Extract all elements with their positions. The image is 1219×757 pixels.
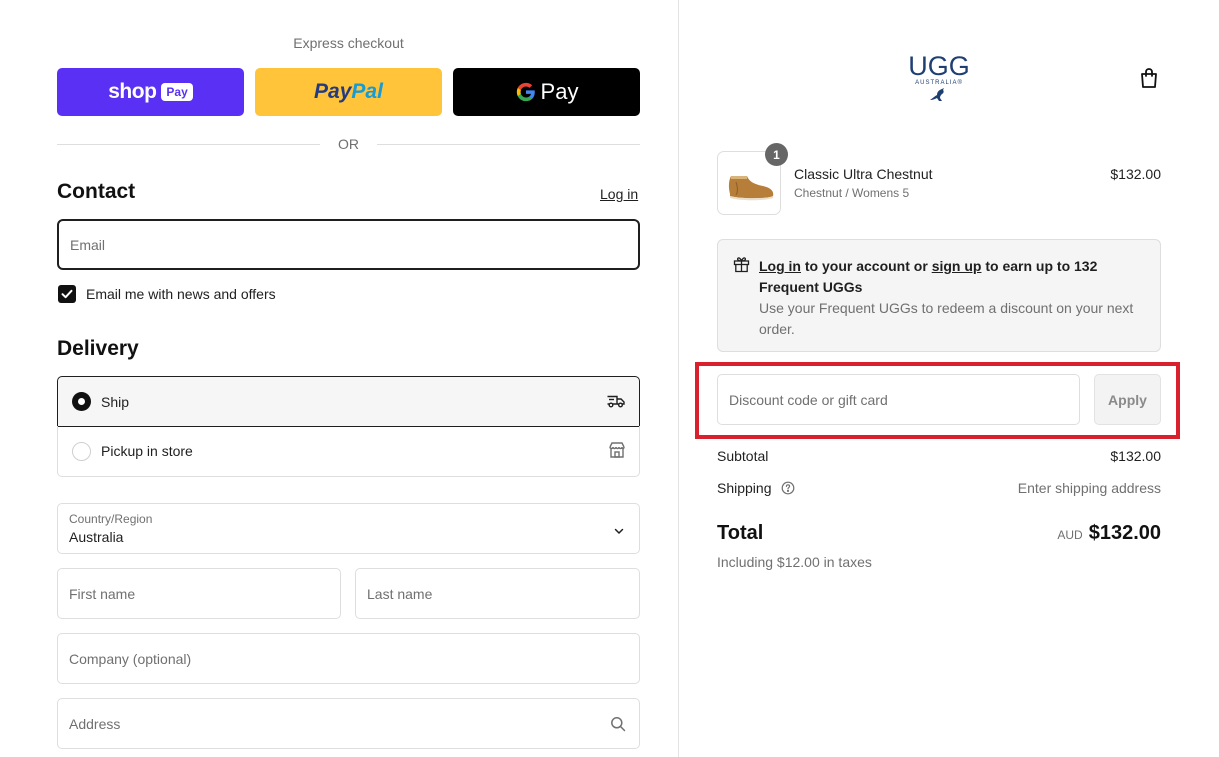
shop-pay-wordmark: shop <box>108 80 157 103</box>
paypal-wordmark: PayPal <box>314 80 383 103</box>
product-name: Classic Ultra Chestnut <box>794 166 933 182</box>
checkout-form-column: Express checkout shop Pay PayPal Pay OR … <box>0 0 678 757</box>
shipping-label: Shipping <box>717 480 772 496</box>
logo-wordmark: UGG <box>908 51 970 81</box>
store-icon <box>608 441 626 464</box>
rewards-banner: Log in to your account or sign up to ear… <box>717 239 1161 352</box>
company-field[interactable]: Company (optional) <box>57 633 640 684</box>
shop-pay-button[interactable]: shop Pay <box>57 68 244 116</box>
shipping-value: Enter shipping address <box>1017 480 1161 496</box>
address-field[interactable]: Address <box>57 698 640 749</box>
discount-code-field[interactable]: Discount code or gift card <box>717 374 1080 425</box>
newsletter-label: Email me with news and offers <box>86 286 276 302</box>
shipping-row: Shipping <box>717 480 795 498</box>
delivery-option-ship[interactable]: Ship <box>57 376 640 427</box>
shop-pay-pill: Pay <box>161 83 193 101</box>
kangaroo-icon <box>930 88 944 101</box>
email-placeholder: Email <box>70 237 106 253</box>
delivery-heading: Delivery <box>57 337 139 360</box>
quantity-badge: 1 <box>765 143 788 166</box>
total-label: Total <box>717 522 764 544</box>
first-name-field[interactable]: First name <box>57 568 341 619</box>
first-name-placeholder: First name <box>69 586 136 602</box>
contact-heading: Contact <box>57 180 136 203</box>
chevron-down-icon <box>613 524 625 542</box>
rewards-signup-link[interactable]: sign up <box>932 258 982 274</box>
product-price: $132.00 <box>1110 166 1161 182</box>
newsletter-checkbox[interactable] <box>58 285 76 303</box>
ugg-logo[interactable]: UGG AUSTRALIA® <box>907 53 971 105</box>
checkmark-icon <box>61 289 73 299</box>
address-placeholder: Address <box>69 716 121 732</box>
last-name-placeholder: Last name <box>367 586 433 602</box>
or-divider: OR <box>57 134 640 154</box>
paypal-button[interactable]: PayPal <box>255 68 442 116</box>
country-label: Country/Region <box>69 512 153 526</box>
subtotal-value: $132.00 <box>1110 448 1161 464</box>
express-checkout-title: Express checkout <box>293 35 404 51</box>
last-name-field[interactable]: Last name <box>355 568 640 619</box>
shopping-bag-icon[interactable] <box>1139 67 1159 94</box>
google-g-icon <box>516 82 535 102</box>
taxes-note: Including $12.00 in taxes <box>717 554 872 570</box>
rewards-login-link[interactable]: Log in <box>759 258 801 274</box>
email-field[interactable]: Email <box>57 219 640 270</box>
google-pay-wordmark: Pay <box>515 79 578 105</box>
currency-code: AUD <box>1057 528 1083 542</box>
or-text: OR <box>338 136 359 152</box>
help-circle-icon[interactable] <box>781 481 795 498</box>
ship-label: Ship <box>101 394 130 410</box>
google-pay-button[interactable]: Pay <box>453 68 640 116</box>
total-amount-wrap: AUD $132.00 <box>979 522 1161 545</box>
gift-icon <box>733 256 750 278</box>
country-select[interactable]: Country/Region Australia <box>57 503 640 554</box>
truck-icon <box>606 392 626 415</box>
apply-discount-button[interactable]: Apply <box>1094 374 1161 425</box>
logo-subtitle: AUSTRALIA® <box>915 80 963 86</box>
delivery-option-pickup[interactable]: Pickup in store <box>57 426 640 477</box>
country-value: Australia <box>69 529 124 545</box>
discount-placeholder: Discount code or gift card <box>729 392 888 408</box>
subtotal-label: Subtotal <box>717 448 769 464</box>
pickup-radio[interactable] <box>72 442 91 461</box>
search-icon <box>610 716 626 737</box>
order-summary-column: UGG AUSTRALIA® 1 Classic Ultra Chestnut … <box>679 0 1219 757</box>
rewards-subtext: Use your Frequent UGGs to redeem a disco… <box>759 300 1134 337</box>
ship-radio[interactable] <box>72 392 91 411</box>
pickup-label: Pickup in store <box>101 443 193 459</box>
total-amount: $132.00 <box>1088 522 1161 544</box>
rewards-mid-text: to your account or <box>801 258 932 274</box>
rewards-text: Log in to your account or sign up to ear… <box>759 256 1139 340</box>
login-link[interactable]: Log in <box>600 186 638 202</box>
company-placeholder: Company (optional) <box>69 651 192 667</box>
product-variant: Chestnut / Womens 5 <box>794 186 910 200</box>
